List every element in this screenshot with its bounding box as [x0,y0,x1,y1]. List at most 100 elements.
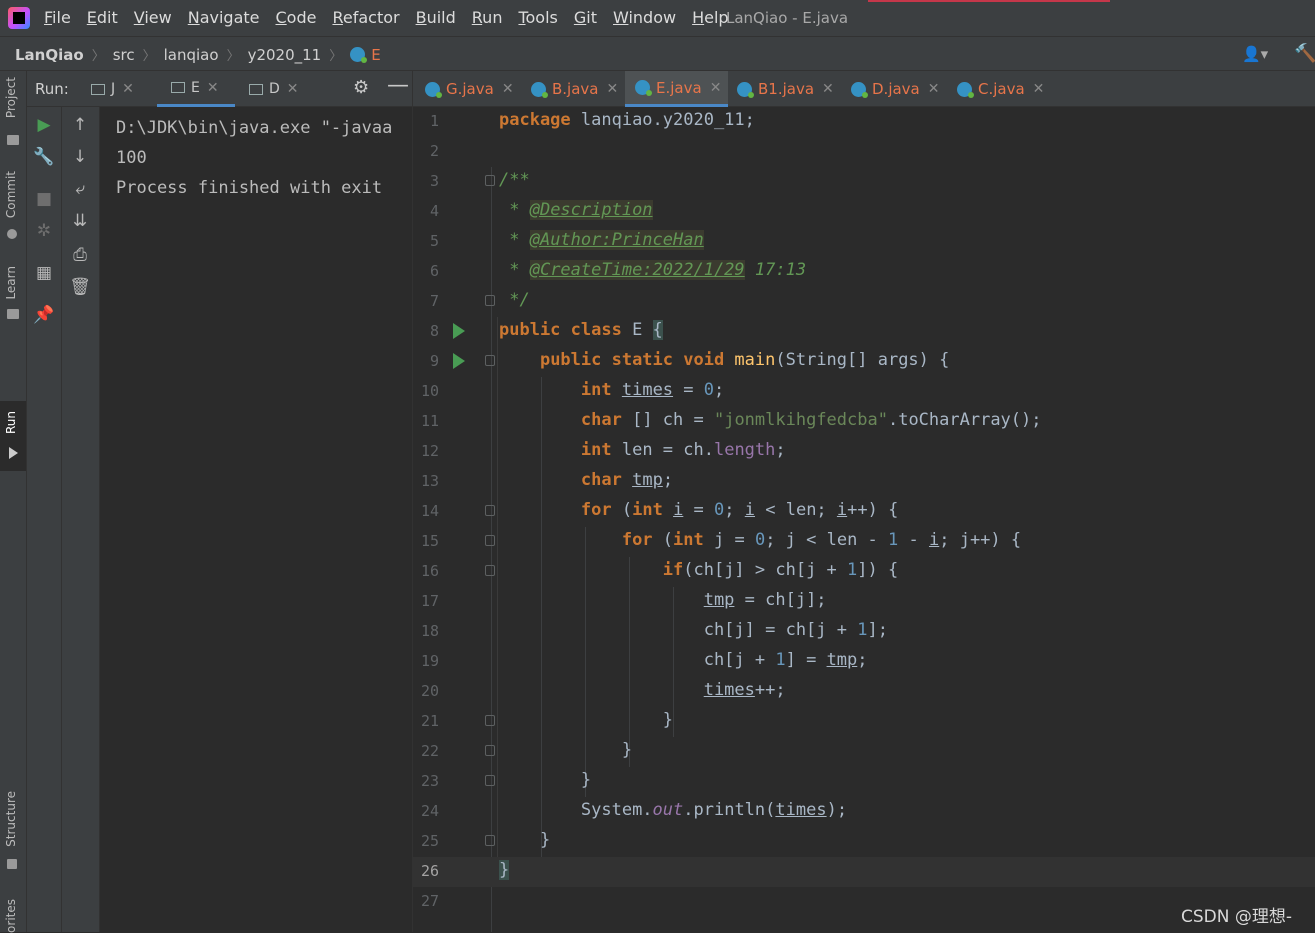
code-token: .println [683,800,766,820]
menu-build[interactable]: Build [416,8,456,27]
close-icon[interactable]: ✕ [607,81,619,97]
code-token: "jonmlkihgfedcba" [713,410,888,430]
menu-run[interactable]: Run [472,8,503,27]
run-label: Run: [35,80,69,98]
fold-icon[interactable] [485,745,495,756]
fold-icon[interactable] [485,295,495,306]
menu-navigate[interactable]: Navigate [188,8,260,27]
code-line: 3 /** [413,167,1315,197]
build-hammer-icon[interactable]: 🔨 [1294,43,1315,64]
code-line: 20 times++; [413,677,1315,707]
close-icon[interactable]: ✕ [928,81,940,97]
editor-tab-c[interactable]: C.java ✕ [947,71,1053,107]
close-icon[interactable]: ✕ [502,81,514,97]
graduation-cap-icon [7,309,19,319]
menu-file[interactable]: File [44,8,71,27]
code-token: E [621,320,653,340]
code-text: for (int j = 0; j < len - 1 - i; j++) { [499,530,1021,550]
code-token: 17:13 [744,260,807,280]
soft-wrap-icon[interactable]: ⤶ [67,179,93,199]
editor-tab-g[interactable]: G.java ✕ [415,71,519,107]
code-text: for (int i = 0; i < len; i++) { [499,500,898,520]
code-token: int [673,530,704,550]
line-number: 2 [429,142,439,160]
editor-tab-b[interactable]: B.java ✕ [521,71,625,107]
menu-git[interactable]: Git [574,8,597,27]
user-dropdown-icon[interactable]: 👤▾ [1242,45,1268,63]
editor-tab-d[interactable]: D.java ✕ [841,71,947,107]
layout-icon[interactable]: ▦ [31,263,57,283]
run-tool-button-active[interactable]: Run [0,401,26,471]
minimize-icon[interactable]: — [387,73,409,98]
line-number: 7 [429,292,439,310]
close-icon[interactable]: ✕ [710,80,722,96]
breadcrumb-src[interactable]: src [113,46,135,64]
fold-icon[interactable] [485,715,495,726]
menu-help[interactable]: Help [692,8,728,27]
close-icon[interactable]: ✕ [822,81,834,97]
debug-bug-icon[interactable]: ✲ [31,221,57,241]
line-number: 11 [420,412,439,430]
breadcrumb-subpackage[interactable]: y2020_11 [248,46,322,64]
java-class-icon [737,81,754,98]
favorites-tool-button[interactable]: orites [4,899,18,933]
menu-window[interactable]: Window [613,8,676,27]
breadcrumb-class[interactable]: E [371,46,380,64]
close-icon[interactable]: ✕ [122,81,134,97]
fold-icon[interactable] [485,355,495,366]
code-area[interactable]: 1 package lanqiao.y2020_11; 2 3 /** 4 * @D… [413,107,1315,932]
trash-icon[interactable]: 🗑 [67,277,93,297]
close-icon[interactable]: ✕ [1033,81,1045,97]
learn-tool-button[interactable]: Learn [4,266,18,300]
scroll-to-end-icon[interactable]: ⇊ [67,211,93,231]
close-icon[interactable]: ✕ [207,80,219,96]
line-number: 8 [429,322,439,340]
down-arrow-icon[interactable]: ↓ [67,147,93,167]
code-token: } [580,770,592,790]
code-token: char [580,410,622,430]
menu-view[interactable]: View [134,8,172,27]
console-output[interactable]: D:\JDK\bin\java.exe "-javaa 100 Process fi… [116,113,392,203]
code-token: tmp [703,590,735,610]
run-tab-d[interactable]: D ✕ [249,71,299,107]
menu-tools[interactable]: Tools [518,8,557,27]
commit-tool-button[interactable]: Commit [4,171,18,218]
run-gutter-icon[interactable] [453,353,465,369]
editor-tab-b1[interactable]: B1.java ✕ [727,71,841,107]
code-line: 2 [413,137,1315,167]
breadcrumb-project[interactable]: LanQiao [15,46,84,64]
project-tool-button[interactable]: Project [4,77,18,118]
menu-code[interactable]: Code [276,8,317,27]
pin-icon[interactable]: 📌 [31,305,57,325]
fold-icon[interactable] [485,535,495,546]
fold-icon[interactable] [485,505,495,516]
line-number: 12 [420,442,439,460]
fold-icon[interactable] [485,775,495,786]
code-text: /** [499,170,530,190]
line-number: 22 [420,742,439,760]
fold-icon[interactable] [485,565,495,576]
rerun-icon[interactable]: ▶ [31,115,57,135]
code-token: char [580,470,622,490]
print-icon[interactable]: ⎙ [67,245,93,265]
fold-icon[interactable] [485,175,495,186]
menu-edit[interactable]: Edit [87,8,118,27]
stop-icon[interactable]: ■ [31,189,57,209]
structure-tool-button[interactable]: Structure [4,791,18,847]
close-icon[interactable]: ✕ [287,81,299,97]
gear-icon[interactable]: ⚙ [353,77,369,98]
line-number: 23 [420,772,439,790]
wrench-icon[interactable]: 🔧 [31,147,57,167]
editor-tab-e[interactable]: E.java ✕ [625,71,728,107]
java-class-icon [350,47,368,63]
run-tab-j[interactable]: J ✕ [91,71,134,107]
run-gutter-icon[interactable] [453,323,465,339]
run-tab-e[interactable]: E ✕ [157,71,235,107]
fold-icon[interactable] [485,835,495,846]
code-line: 6 * @CreateTime:2022/1/29 17:13 [413,257,1315,287]
code-token: @Author:PrinceHan [529,230,704,250]
code-token: ++; [754,680,786,700]
breadcrumb-package[interactable]: lanqiao [164,46,219,64]
menu-refactor[interactable]: Refactor [332,8,399,27]
up-arrow-icon[interactable]: ↑ [67,115,93,135]
